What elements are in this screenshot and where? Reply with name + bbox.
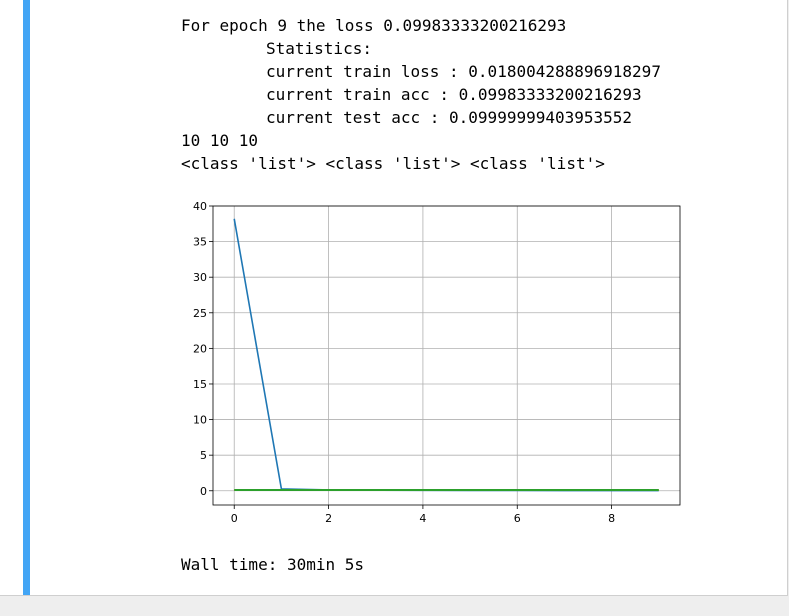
test-acc-line: current test acc : 0.09999999403953552 xyxy=(266,108,633,127)
x-tick-label: 6 xyxy=(514,512,521,525)
wall-time-line: Wall time: 30min 5s xyxy=(181,555,365,574)
statistics-header: Statistics: xyxy=(266,39,372,58)
train-loss-line: current train loss : 0.01800428889691829… xyxy=(266,62,661,81)
x-tick-label: 4 xyxy=(419,512,426,525)
y-tick-label: 25 xyxy=(193,307,207,320)
y-tick-label: 0 xyxy=(200,485,207,498)
output-cell: For epoch 9 the loss 0.09983333200216293… xyxy=(0,0,788,596)
y-tick-label: 35 xyxy=(193,236,207,249)
train-acc-line: current train acc : 0.09983333200216293 xyxy=(266,85,642,104)
plot-frame xyxy=(212,205,681,506)
y-tick-label: 20 xyxy=(193,342,207,355)
list-lengths-line: 10 10 10 xyxy=(181,131,259,150)
loss-line-chart: 0 2 4 6 8 0 5 10 15 20 25 30 35 40 xyxy=(193,200,681,525)
list-types-line: <class 'list'> <class 'list'> <class 'li… xyxy=(181,154,605,173)
epoch-loss-line: For epoch 9 the loss 0.09983333200216293 xyxy=(181,16,567,35)
series-line-1 xyxy=(233,218,659,492)
x-tick-label: 2 xyxy=(325,512,332,525)
y-tick-label: 10 xyxy=(193,414,207,427)
y-tick-label: 15 xyxy=(193,378,207,391)
y-tick-label: 40 xyxy=(193,200,207,213)
y-tick-label: 5 xyxy=(200,449,207,462)
cell-selection-marker[interactable] xyxy=(23,0,30,595)
y-tick-label: 30 xyxy=(193,271,207,284)
x-tick-label: 8 xyxy=(608,512,615,525)
x-tick-label: 0 xyxy=(231,512,238,525)
